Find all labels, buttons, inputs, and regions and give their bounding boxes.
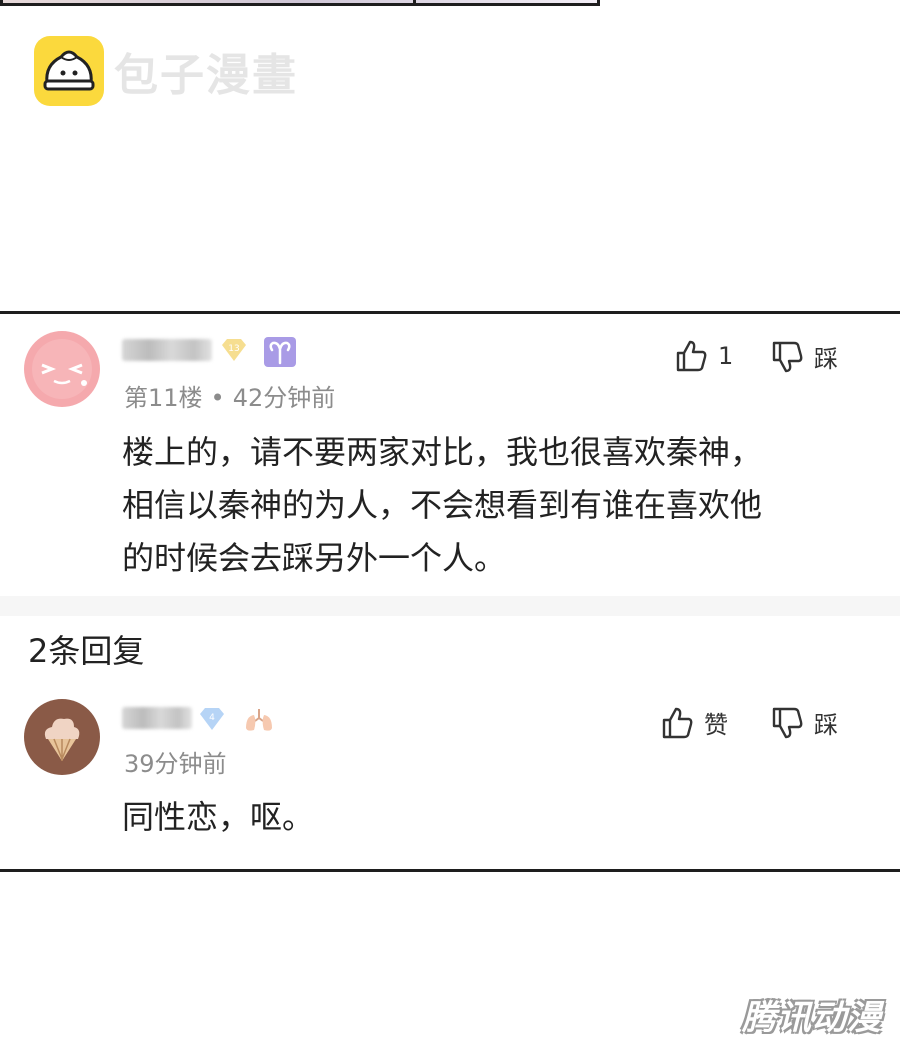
level-number: 13 (228, 344, 239, 354)
comment-meta: 第11楼 • 42分钟前 (124, 384, 336, 412)
dislike-label: 踩 (814, 345, 838, 373)
brand-watermark: 包子漫畫 (34, 36, 298, 106)
comment-line: 的时候会去踩另外一个人。 (122, 539, 507, 577)
reply-like-label: 赞 (704, 711, 728, 739)
reply-count: 2条回复 (28, 632, 145, 670)
comment-line: 楼上的，请不要两家对比，我也很喜欢秦神， (122, 433, 763, 471)
comment-text: 楼上的，请不要两家对比，我也很喜欢秦神， 相信以秦神的为人，不会想看到有谁在喜欢… (122, 426, 762, 585)
reply-dislike-label: 踩 (814, 711, 838, 739)
username-blurred[interactable] (122, 339, 212, 361)
previous-panel-edge (0, 0, 600, 6)
like-count: 1 (718, 342, 734, 370)
brand-name: 包子漫畫 (114, 50, 298, 101)
section-divider (0, 596, 900, 616)
reply-time: 39分钟前 (124, 750, 227, 778)
thumbs-down-icon (772, 707, 803, 738)
reply-avatar[interactable] (24, 699, 100, 775)
aries-zodiac-icon (264, 337, 296, 371)
level-diamond-icon: 13 (218, 336, 250, 368)
reply-like-button[interactable]: 赞 (660, 705, 728, 740)
thumbs-up-icon (662, 707, 693, 738)
comment-panel: 13 第11楼 • 42分钟前 1 踩 楼上的，请不要两家对比，我也很喜欢秦神， 相… (0, 311, 900, 872)
dislike-button[interactable]: 踩 (770, 339, 838, 374)
thumbs-up-icon (676, 340, 707, 372)
reply-text: 同性恋，呕。 (122, 798, 315, 836)
comment-time: 42分钟前 (232, 384, 336, 412)
avatar[interactable] (24, 331, 100, 407)
reply-dislike-button[interactable]: 踩 (770, 705, 838, 740)
level-diamond-icon: 4 (196, 705, 228, 737)
floor-number: 第11楼 (124, 384, 203, 412)
lungs-icon (242, 706, 276, 738)
bun-logo-icon (34, 36, 104, 106)
corner-watermark: 腾讯动漫 (742, 998, 882, 1038)
comment-line: 相信以秦神的为人，不会想看到有谁在喜欢他 (122, 486, 763, 524)
like-button[interactable]: 1 (674, 339, 733, 373)
reply-level-number: 4 (209, 713, 215, 723)
thumbs-down-icon (772, 341, 803, 372)
reply-username-blurred[interactable] (122, 707, 192, 729)
